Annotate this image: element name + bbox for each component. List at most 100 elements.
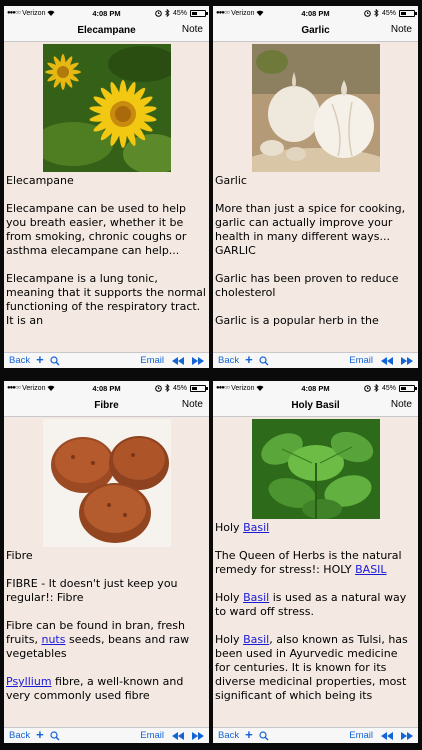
- bottom-toolbar: Back + Email: [213, 352, 418, 368]
- article-paragraph: The Queen of Herbs is the natural remedy…: [215, 549, 402, 576]
- search-icon[interactable]: [259, 355, 269, 366]
- alarm-icon: [155, 384, 162, 392]
- bottom-toolbar: Back + Email: [4, 352, 209, 368]
- back-button[interactable]: Back: [218, 730, 239, 741]
- plus-icon[interactable]: +: [245, 728, 253, 741]
- article-paragraph: Holy Basil, also known as Tulsi, has bee…: [215, 633, 408, 702]
- fast-forward-icon[interactable]: [192, 731, 204, 740]
- battery-icon: [190, 9, 208, 17]
- plus-icon[interactable]: +: [245, 353, 253, 366]
- fast-forward-icon[interactable]: [401, 356, 413, 365]
- back-button[interactable]: Back: [9, 730, 30, 741]
- holy-basil-image: [251, 419, 380, 519]
- nuts-link[interactable]: nuts: [41, 633, 65, 646]
- status-bar: ●●●○○ Verizon 4:08 PM 45%: [4, 381, 209, 395]
- plus-icon[interactable]: +: [36, 728, 44, 741]
- carrier-label: Verizon: [231, 9, 255, 17]
- nav-bar: Holy Basil Note: [213, 395, 418, 417]
- rewind-icon[interactable]: [381, 356, 393, 365]
- battery-percent: 45%: [172, 384, 187, 392]
- note-button[interactable]: Note: [182, 24, 203, 35]
- note-button[interactable]: Note: [391, 399, 412, 410]
- article-heading: Holy Basil: [215, 521, 270, 534]
- status-bar: ●●●○○ Verizon 4:08 PM 45%: [4, 6, 209, 20]
- email-button[interactable]: Email: [349, 730, 373, 741]
- basil-link[interactable]: BASIL: [355, 563, 386, 576]
- battery-icon: [399, 9, 417, 17]
- battery-percent: 45%: [381, 384, 396, 392]
- wifi-icon: [47, 385, 55, 391]
- battery-icon: [190, 384, 208, 392]
- back-button[interactable]: Back: [218, 355, 239, 366]
- fibre-image: [42, 419, 171, 547]
- screen-garlic: ●●●○○ Verizon 4:08 PM 45% Garlic Note Ga…: [213, 6, 418, 368]
- garlic-image: [251, 44, 380, 172]
- article-heading: Garlic: [215, 174, 247, 187]
- email-button[interactable]: Email: [140, 730, 164, 741]
- wifi-icon: [256, 10, 264, 16]
- rewind-icon[interactable]: [381, 731, 393, 740]
- screen-fibre: ●●●○○ Verizon 4:08 PM 45% Fibre Note Fib…: [4, 381, 209, 743]
- email-button[interactable]: Email: [140, 355, 164, 366]
- fast-forward-icon[interactable]: [401, 731, 413, 740]
- article-paragraph: Psyllium fibre, a well-known and very co…: [6, 675, 184, 702]
- elecampane-image: [42, 44, 171, 172]
- article-paragraph: Fibre can be found in bran, fresh fruits…: [6, 619, 190, 660]
- status-bar: ●●●○○ Verizon 4:08 PM 45%: [213, 6, 418, 20]
- search-icon[interactable]: [50, 355, 60, 366]
- bluetooth-icon: [165, 384, 170, 392]
- article-paragraph: Elecampane can be used to help you breat…: [6, 202, 187, 257]
- wifi-icon: [256, 385, 264, 391]
- alarm-icon: [364, 384, 371, 392]
- search-icon[interactable]: [259, 730, 269, 741]
- signal-dots: ●●●○○: [216, 10, 230, 16]
- fast-forward-icon[interactable]: [192, 356, 204, 365]
- bluetooth-icon: [165, 9, 170, 17]
- note-button[interactable]: Note: [391, 24, 412, 35]
- screen-elecampane: ●●●○○ Verizon 4:08 PM 45% Elecampane Note: [4, 6, 209, 368]
- signal-dots: ●●●○○: [7, 385, 21, 391]
- battery-percent: 45%: [381, 9, 396, 17]
- bottom-toolbar: Back + Email: [4, 727, 209, 743]
- back-button[interactable]: Back: [9, 355, 30, 366]
- rewind-icon[interactable]: [172, 731, 184, 740]
- nav-bar: Fibre Note: [4, 395, 209, 417]
- signal-dots: ●●●○○: [216, 385, 230, 391]
- page-title: Holy Basil: [291, 400, 340, 411]
- article-paragraph: FIBRE - It doesn't just keep you regular…: [6, 577, 178, 604]
- page-title: Fibre: [94, 400, 119, 411]
- article-paragraph: Elecampane is a lung tonic, meaning that…: [6, 272, 206, 327]
- carrier-label: Verizon: [231, 384, 255, 392]
- basil-link[interactable]: Basil: [243, 521, 269, 534]
- basil-link[interactable]: Basil: [243, 591, 269, 604]
- page-title: Garlic: [301, 25, 330, 36]
- carrier-label: Verizon: [22, 9, 46, 17]
- screenshot-grid: ●●●○○ Verizon 4:08 PM 45% Elecampane Note: [0, 0, 422, 750]
- carrier-label: Verizon: [22, 384, 46, 392]
- nav-bar: Garlic Note: [213, 20, 418, 42]
- note-button[interactable]: Note: [182, 399, 203, 410]
- article-content[interactable]: Fibre FIBRE - It doesn't just keep you r…: [4, 417, 209, 727]
- bluetooth-icon: [374, 9, 379, 17]
- article-paragraph: Garlic is a popular herb in the: [215, 314, 379, 327]
- plus-icon[interactable]: +: [36, 353, 44, 366]
- alarm-icon: [155, 9, 162, 17]
- battery-icon: [399, 384, 417, 392]
- battery-percent: 45%: [172, 9, 187, 17]
- basil-link[interactable]: Basil: [243, 633, 269, 646]
- rewind-icon[interactable]: [172, 356, 184, 365]
- article-content[interactable]: Holy Basil The Queen of Herbs is the nat…: [213, 417, 418, 727]
- page-title: Elecampane: [77, 25, 136, 36]
- signal-dots: ●●●○○: [7, 10, 21, 16]
- alarm-icon: [364, 9, 371, 17]
- psyllium-link[interactable]: Psyllium: [6, 675, 52, 688]
- article-content[interactable]: Elecampane Elecampane can be used to hel…: [4, 42, 209, 352]
- email-button[interactable]: Email: [349, 355, 373, 366]
- article-paragraph: More than just a spice for cooking, garl…: [215, 202, 406, 257]
- search-icon[interactable]: [50, 730, 60, 741]
- bluetooth-icon: [374, 384, 379, 392]
- article-heading: Fibre: [6, 549, 33, 562]
- article-heading: Elecampane: [6, 174, 74, 187]
- status-bar: ●●●○○ Verizon 4:08 PM 45%: [213, 381, 418, 395]
- article-content[interactable]: Garlic More than just a spice for cookin…: [213, 42, 418, 352]
